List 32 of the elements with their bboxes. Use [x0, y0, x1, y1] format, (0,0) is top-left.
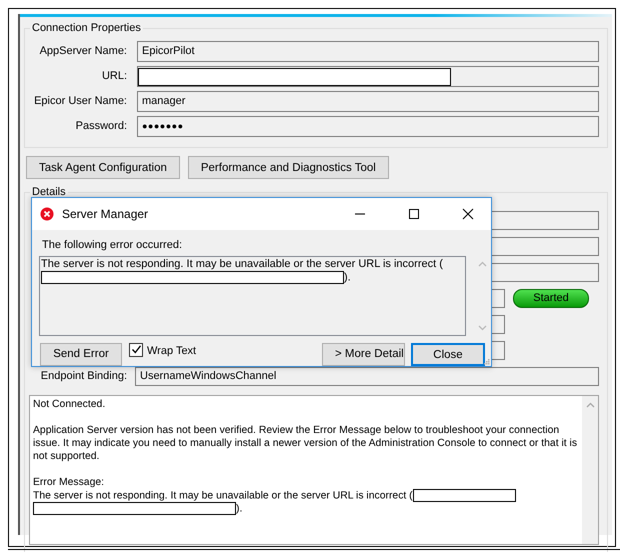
log-heading: Error Message:: [33, 476, 106, 489]
field-label: URL:: [100, 69, 127, 84]
input-field[interactable]: ●●●●●●●: [137, 116, 599, 137]
resize-grip-icon[interactable]: [483, 358, 490, 365]
status-badge: Started: [513, 288, 589, 308]
group-title: Connection Properties: [30, 22, 143, 35]
maximize-icon[interactable]: [408, 208, 420, 220]
checkbox-label: Wrap Text: [147, 344, 196, 359]
log-text: Application Server version has not been verified. Review the Error Message below to troubleshoot your connection issue. It may indicate you need to manually install a newer version of the Administration Console to connect or that it is not supported.: [33, 424, 578, 463]
log-text: The server is not responding. It may be unavailable or the server URL is incorrect (: [33, 490, 413, 502]
input-field[interactable]: manager: [137, 91, 599, 112]
close-icon[interactable]: [462, 208, 474, 220]
prompt-text: The following error occurred:: [42, 239, 182, 251]
field-label: Password:: [74, 119, 127, 134]
toolbar-button[interactable]: Performance and Diagnostics Tool: [188, 156, 389, 179]
log-text: ).: [236, 504, 242, 514]
error-text: The server is not responding. It may be unavailable or the server URL is incorrect (: [41, 258, 443, 270]
error-text: ).: [344, 270, 351, 283]
dialog-button[interactable]: Close: [411, 342, 485, 366]
toolbar-button[interactable]: Task Agent Configuration: [26, 156, 180, 179]
window-title: Server Manager: [62, 206, 150, 223]
input-field[interactable]: UsernameWindowsChannel: [135, 366, 599, 386]
checkbox[interactable]: [129, 342, 143, 357]
log-text: Not Connected.: [33, 398, 106, 411]
dialog-button[interactable]: > More Detail: [322, 342, 405, 366]
field-label: AppServer Name:: [38, 44, 127, 60]
input-field[interactable]: EpicorPilot: [137, 41, 599, 62]
field-label: Epicor User Name:: [33, 94, 127, 110]
field-label: Endpoint Binding:: [40, 368, 127, 384]
dialog-button[interactable]: Send Error: [40, 342, 122, 366]
input-field[interactable]: [137, 66, 599, 87]
error-icon: [40, 207, 54, 221]
